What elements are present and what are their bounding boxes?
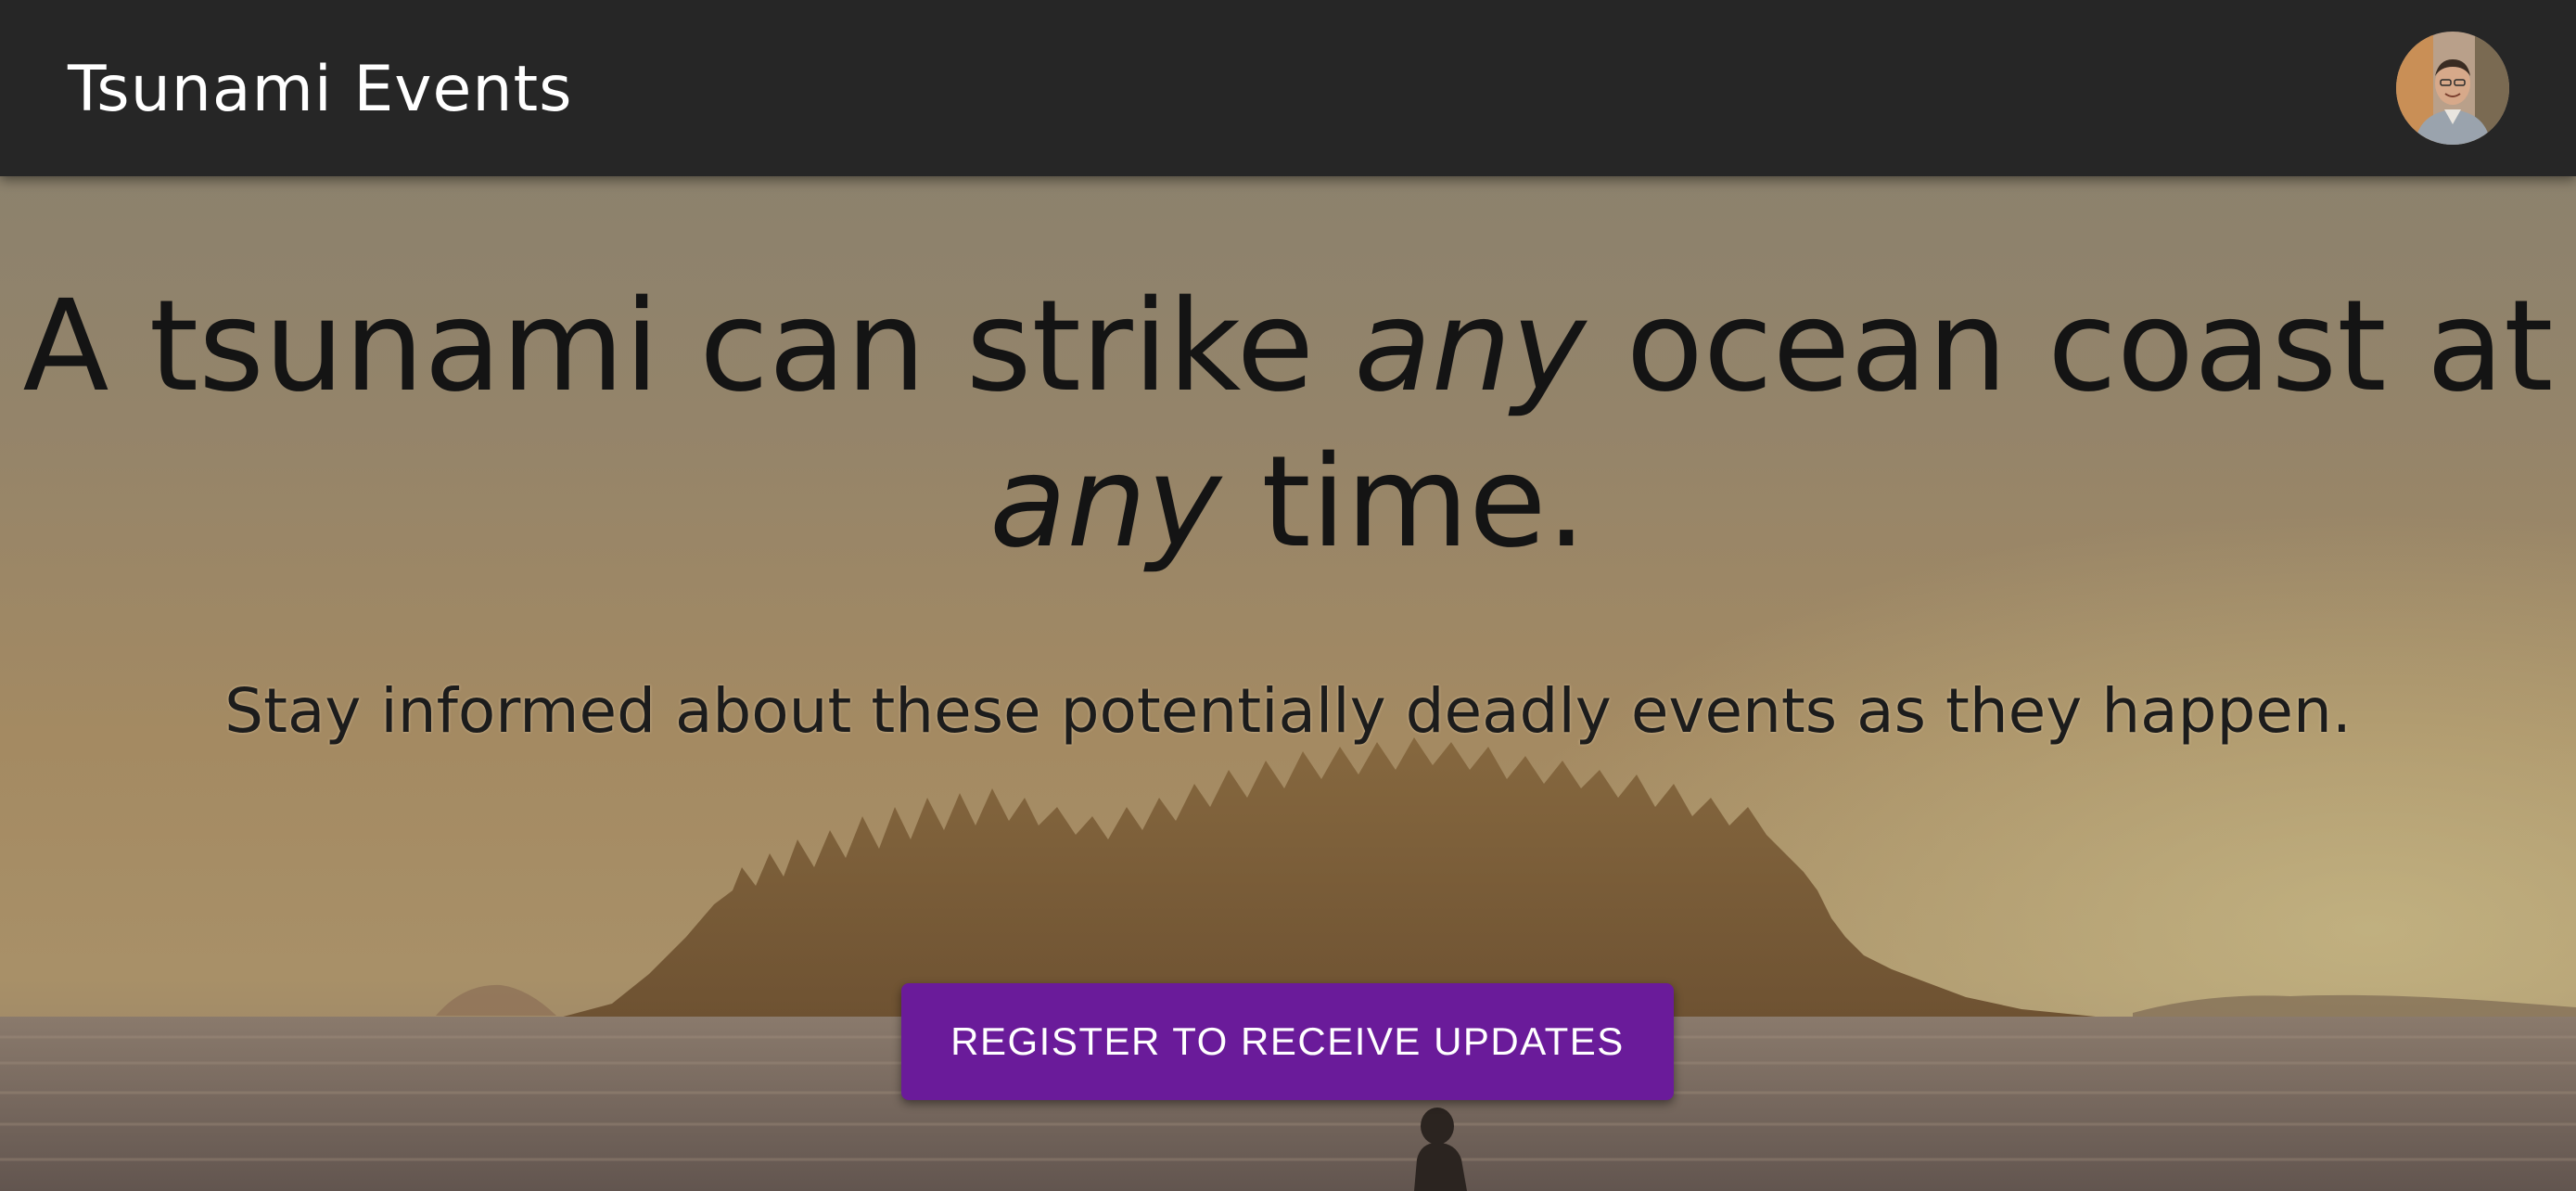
user-avatar[interactable] [2396,32,2509,145]
headline-emphasis-1: any [1354,274,1587,420]
hero-headline: A tsunami can strike any ocean coast at … [0,269,2576,581]
app-title[interactable]: Tsunami Events [68,48,573,132]
hero-subheadline: Stay informed about these potentially de… [224,675,2352,747]
user-photo-icon [2396,32,2509,145]
top-app-bar: Tsunami Events [0,0,2576,176]
headline-text-3: time. [1221,429,1587,576]
headline-text-2: ocean coast at [1586,274,2554,420]
headline-text-1: A tsunami can strike [22,274,1355,420]
register-button[interactable]: REGISTER TO RECEIVE UPDATES [901,983,1674,1100]
page: Tsunami Events A tsunami can strike any … [0,0,2576,1191]
headline-emphasis-2: any [989,429,1222,576]
